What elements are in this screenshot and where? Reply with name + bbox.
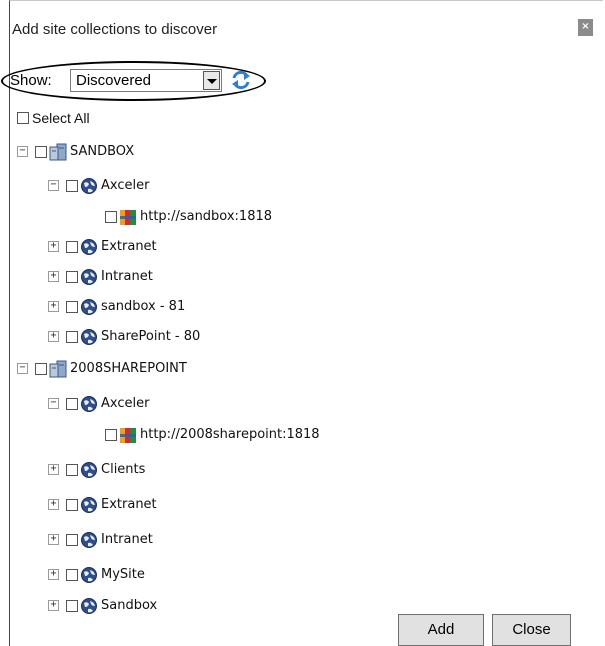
tree-node: − Axceler xyxy=(0,395,600,415)
site-collection-icon xyxy=(120,210,136,225)
expand-icon[interactable]: + xyxy=(48,569,59,580)
close-button[interactable]: Close xyxy=(492,614,571,646)
tree-node-checkbox[interactable] xyxy=(66,271,78,283)
tree-node-checkbox[interactable] xyxy=(35,146,47,158)
tree-node: + Extranet xyxy=(0,496,600,516)
select-all-checkbox[interactable] xyxy=(17,112,29,124)
tree-node-label[interactable]: http://sandbox:1818 xyxy=(140,209,272,224)
globe-icon xyxy=(81,598,97,614)
tree-node: + sandbox - 81 xyxy=(0,298,600,318)
tree-node-checkbox[interactable] xyxy=(66,301,78,313)
tree-node: + Clients xyxy=(0,461,600,481)
tree-node: + SharePoint - 80 xyxy=(0,328,600,348)
tree-node-label[interactable]: http://2008sharepoint:1818 xyxy=(140,427,320,442)
globe-icon xyxy=(81,269,97,285)
globe-icon xyxy=(81,329,97,345)
chevron-down-icon[interactable] xyxy=(203,71,220,90)
server-icon xyxy=(49,360,67,378)
server-icon xyxy=(49,143,67,161)
tree-node: + Intranet xyxy=(0,531,600,551)
globe-icon xyxy=(81,178,97,194)
tree-node-checkbox[interactable] xyxy=(66,600,78,612)
expand-icon[interactable]: + xyxy=(48,241,59,252)
refresh-icon[interactable] xyxy=(230,69,252,91)
tree-node: − SANDBOX xyxy=(0,143,600,163)
globe-icon xyxy=(81,239,97,255)
site-collection-icon xyxy=(120,428,136,443)
collapse-icon[interactable]: − xyxy=(17,363,28,374)
expand-icon[interactable]: + xyxy=(48,331,59,342)
globe-icon xyxy=(81,299,97,315)
tree-node-label[interactable]: SharePoint - 80 xyxy=(101,329,200,344)
close-icon[interactable]: × xyxy=(578,19,593,36)
tree-node: + Extranet xyxy=(0,238,600,258)
expand-icon[interactable]: + xyxy=(48,534,59,545)
tree-node-label[interactable]: 2008SHAREPOINT xyxy=(70,361,187,376)
tree-node: − 2008SHAREPOINT xyxy=(0,360,600,380)
expand-icon[interactable]: + xyxy=(48,301,59,312)
tree-node-label[interactable]: Extranet xyxy=(101,497,157,512)
tree-node-label[interactable]: SANDBOX xyxy=(70,144,134,159)
show-label: Show: xyxy=(10,72,52,89)
globe-icon xyxy=(81,396,97,412)
tree-node-checkbox[interactable] xyxy=(35,363,47,375)
expand-icon[interactable]: + xyxy=(48,271,59,282)
tree-node-label[interactable]: Intranet xyxy=(101,269,153,284)
tree-node-checkbox[interactable] xyxy=(66,534,78,546)
tree-node-label[interactable]: Intranet xyxy=(101,532,153,547)
collapse-icon[interactable]: − xyxy=(48,398,59,409)
tree-node-checkbox[interactable] xyxy=(66,464,78,476)
tree-node: http://2008sharepoint:1818 xyxy=(0,426,600,446)
dialog-title: Add site collections to discover xyxy=(12,21,218,38)
tree-node-checkbox[interactable] xyxy=(105,429,117,441)
tree-node: + Intranet xyxy=(0,268,600,288)
tree-node-label[interactable]: Sandbox xyxy=(101,598,157,613)
tree-node-label[interactable]: MySite xyxy=(101,567,145,582)
tree-node-label[interactable]: Extranet xyxy=(101,239,157,254)
tree-node: + MySite xyxy=(0,566,600,586)
globe-icon xyxy=(81,497,97,513)
expand-icon[interactable]: + xyxy=(48,600,59,611)
globe-icon xyxy=(81,532,97,548)
show-filter-value: Discovered xyxy=(76,72,152,89)
tree-node-checkbox[interactable] xyxy=(66,180,78,192)
globe-icon xyxy=(81,567,97,583)
tree-node-label[interactable]: sandbox - 81 xyxy=(101,299,185,314)
tree-node-checkbox[interactable] xyxy=(66,241,78,253)
expand-icon[interactable]: + xyxy=(48,499,59,510)
tree-node-checkbox[interactable] xyxy=(66,569,78,581)
tree-node-label[interactable]: Axceler xyxy=(101,178,149,193)
tree-node-checkbox[interactable] xyxy=(66,499,78,511)
expand-icon[interactable]: + xyxy=(48,464,59,475)
collapse-icon[interactable]: − xyxy=(17,146,28,157)
select-all-row: Select All xyxy=(0,109,200,129)
tree-node: http://sandbox:1818 xyxy=(0,208,600,228)
collapse-icon[interactable]: − xyxy=(48,180,59,191)
add-button[interactable]: Add xyxy=(398,614,484,646)
show-filter-select[interactable]: Discovered xyxy=(70,69,222,92)
tree-node: − Axceler xyxy=(0,177,600,197)
tree-node-checkbox[interactable] xyxy=(66,398,78,410)
tree-node-checkbox[interactable] xyxy=(66,331,78,343)
select-all-label: Select All xyxy=(32,110,90,126)
globe-icon xyxy=(81,462,97,478)
tree-node-checkbox[interactable] xyxy=(105,211,117,223)
tree-node-label[interactable]: Clients xyxy=(101,462,145,477)
tree-node-label[interactable]: Axceler xyxy=(101,396,149,411)
